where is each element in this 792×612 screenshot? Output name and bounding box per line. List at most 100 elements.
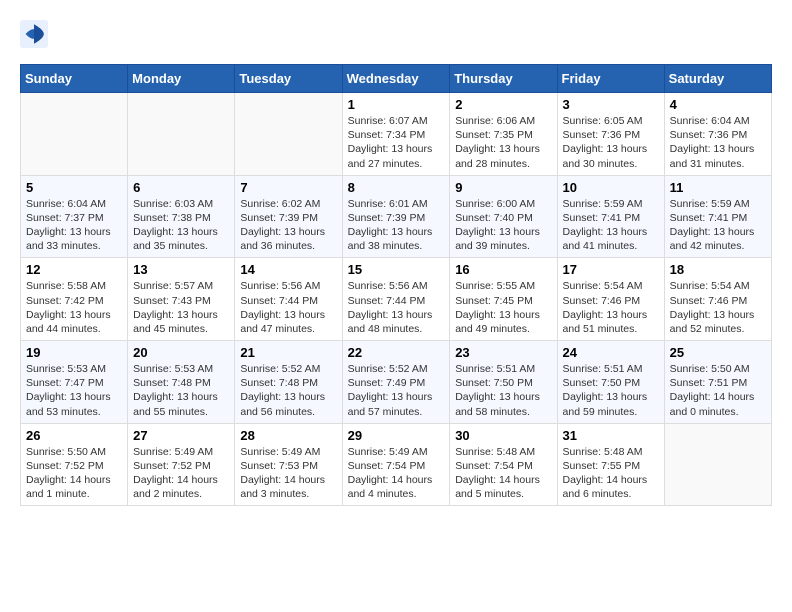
calendar-cell: 4Sunrise: 6:04 AM Sunset: 7:36 PM Daylig… [664, 93, 771, 176]
day-info: Sunrise: 5:59 AM Sunset: 7:41 PM Dayligh… [670, 197, 766, 254]
day-number: 3 [563, 97, 659, 112]
calendar-cell: 27 Sunrise: 5:49 AM Sunset: 7:52 PM Dayli… [128, 423, 235, 506]
day-number: 26 [26, 428, 122, 443]
calendar-week-2: 5Sunrise: 6:04 AM Sunset: 7:37 PM Daylig… [21, 175, 772, 258]
day-info: Sunrise: 6:07 AM Sunset: 7:34 PM Dayligh… [348, 114, 445, 171]
day-info: Sunrise: 5:50 AM Sunset: 7:51 PM Dayligh… [670, 362, 766, 419]
day-number: 10 [563, 180, 659, 195]
day-info: Sunrise: 5:54 AM Sunset: 7:46 PM Dayligh… [670, 279, 766, 336]
day-number: 9 [455, 180, 551, 195]
calendar-cell: 15 Sunrise: 5:56 AM Sunset: 7:44 PM Dayli… [342, 258, 450, 341]
calendar-cell: 3 Sunrise: 6:05 AM Sunset: 7:36 PM Daylig… [557, 93, 664, 176]
day-info: Sunrise: 5:53 AM Sunset: 7:48 PM Dayligh… [133, 362, 229, 419]
header-row: SundayMondayTuesdayWednesdayThursdayFrid… [21, 65, 772, 93]
calendar-cell: 7 Sunrise: 6:02 AM Sunset: 7:39 PM Daylig… [235, 175, 342, 258]
calendar-cell: 26 Sunrise: 5:50 AM Sunset: 7:52 PM Dayli… [21, 423, 128, 506]
calendar-cell: 1 Sunrise: 6:07 AM Sunset: 7:34 PM Daylig… [342, 93, 450, 176]
logo-icon [20, 20, 48, 48]
calendar-week-3: 12Sunrise: 5:58 AM Sunset: 7:42 PM Dayli… [21, 258, 772, 341]
day-info: Sunrise: 5:48 AM Sunset: 7:54 PM Dayligh… [455, 445, 551, 502]
calendar-cell: 2 Sunrise: 6:06 AM Sunset: 7:35 PM Daylig… [450, 93, 557, 176]
day-number: 6 [133, 180, 229, 195]
day-info: Sunrise: 6:06 AM Sunset: 7:35 PM Dayligh… [455, 114, 551, 171]
day-info: Sunrise: 5:57 AM Sunset: 7:43 PM Dayligh… [133, 279, 229, 336]
calendar-cell [21, 93, 128, 176]
calendar-cell: 29Sunrise: 5:49 AM Sunset: 7:54 PM Dayli… [342, 423, 450, 506]
day-info: Sunrise: 5:56 AM Sunset: 7:44 PM Dayligh… [348, 279, 445, 336]
day-number: 27 [133, 428, 229, 443]
calendar-cell: 21 Sunrise: 5:52 AM Sunset: 7:48 PM Dayli… [235, 341, 342, 424]
day-info: Sunrise: 6:05 AM Sunset: 7:36 PM Dayligh… [563, 114, 659, 171]
day-number: 11 [670, 180, 766, 195]
day-info: Sunrise: 5:53 AM Sunset: 7:47 PM Dayligh… [26, 362, 122, 419]
day-number: 16 [455, 262, 551, 277]
day-info: Sunrise: 5:52 AM Sunset: 7:49 PM Dayligh… [348, 362, 445, 419]
calendar-cell: 18 Sunrise: 5:54 AM Sunset: 7:46 PM Dayli… [664, 258, 771, 341]
column-header-thursday: Thursday [450, 65, 557, 93]
day-info: Sunrise: 5:52 AM Sunset: 7:48 PM Dayligh… [240, 362, 336, 419]
column-header-friday: Friday [557, 65, 664, 93]
day-info: Sunrise: 5:49 AM Sunset: 7:52 PM Dayligh… [133, 445, 229, 502]
calendar-cell: 10 Sunrise: 5:59 AM Sunset: 7:41 PM Dayli… [557, 175, 664, 258]
calendar-cell: 11 Sunrise: 5:59 AM Sunset: 7:41 PM Dayli… [664, 175, 771, 258]
calendar-table: SundayMondayTuesdayWednesdayThursdayFrid… [20, 64, 772, 506]
day-number: 12 [26, 262, 122, 277]
calendar-cell: 13 Sunrise: 5:57 AM Sunset: 7:43 PM Dayli… [128, 258, 235, 341]
day-info: Sunrise: 5:55 AM Sunset: 7:45 PM Dayligh… [455, 279, 551, 336]
day-number: 25 [670, 345, 766, 360]
day-number: 28 [240, 428, 336, 443]
day-info: Sunrise: 5:50 AM Sunset: 7:52 PM Dayligh… [26, 445, 122, 502]
calendar-cell: 19 Sunrise: 5:53 AM Sunset: 7:47 PM Dayli… [21, 341, 128, 424]
day-number: 13 [133, 262, 229, 277]
calendar-cell: 5Sunrise: 6:04 AM Sunset: 7:37 PM Daylig… [21, 175, 128, 258]
day-number: 21 [240, 345, 336, 360]
day-number: 20 [133, 345, 229, 360]
calendar-header: SundayMondayTuesdayWednesdayThursdayFrid… [21, 65, 772, 93]
column-header-monday: Monday [128, 65, 235, 93]
day-info: Sunrise: 5:56 AM Sunset: 7:44 PM Dayligh… [240, 279, 336, 336]
calendar-cell [128, 93, 235, 176]
calendar-cell: 25 Sunrise: 5:50 AM Sunset: 7:51 PM Dayli… [664, 341, 771, 424]
calendar-cell: 12Sunrise: 5:58 AM Sunset: 7:42 PM Dayli… [21, 258, 128, 341]
day-info: Sunrise: 5:51 AM Sunset: 7:50 PM Dayligh… [455, 362, 551, 419]
day-info: Sunrise: 6:04 AM Sunset: 7:37 PM Dayligh… [26, 197, 122, 254]
calendar-cell: 22 Sunrise: 5:52 AM Sunset: 7:49 PM Dayli… [342, 341, 450, 424]
column-header-saturday: Saturday [664, 65, 771, 93]
calendar-cell [235, 93, 342, 176]
calendar-cell: 16 Sunrise: 5:55 AM Sunset: 7:45 PM Dayli… [450, 258, 557, 341]
day-number: 18 [670, 262, 766, 277]
logo [20, 20, 54, 48]
day-info: Sunrise: 6:02 AM Sunset: 7:39 PM Dayligh… [240, 197, 336, 254]
day-number: 15 [348, 262, 445, 277]
day-info: Sunrise: 6:01 AM Sunset: 7:39 PM Dayligh… [348, 197, 445, 254]
column-header-tuesday: Tuesday [235, 65, 342, 93]
day-number: 7 [240, 180, 336, 195]
day-info: Sunrise: 6:03 AM Sunset: 7:38 PM Dayligh… [133, 197, 229, 254]
day-number: 17 [563, 262, 659, 277]
day-number: 24 [563, 345, 659, 360]
day-number: 19 [26, 345, 122, 360]
day-number: 23 [455, 345, 551, 360]
day-info: Sunrise: 5:49 AM Sunset: 7:53 PM Dayligh… [240, 445, 336, 502]
day-info: Sunrise: 5:59 AM Sunset: 7:41 PM Dayligh… [563, 197, 659, 254]
day-number: 30 [455, 428, 551, 443]
day-info: Sunrise: 5:54 AM Sunset: 7:46 PM Dayligh… [563, 279, 659, 336]
calendar-cell: 20 Sunrise: 5:53 AM Sunset: 7:48 PM Dayli… [128, 341, 235, 424]
calendar-cell: 8Sunrise: 6:01 AM Sunset: 7:39 PM Daylig… [342, 175, 450, 258]
calendar-week-1: 1 Sunrise: 6:07 AM Sunset: 7:34 PM Daylig… [21, 93, 772, 176]
day-number: 1 [348, 97, 445, 112]
calendar-cell: 28 Sunrise: 5:49 AM Sunset: 7:53 PM Dayli… [235, 423, 342, 506]
calendar-cell: 6 Sunrise: 6:03 AM Sunset: 7:38 PM Daylig… [128, 175, 235, 258]
calendar-body: 1 Sunrise: 6:07 AM Sunset: 7:34 PM Daylig… [21, 93, 772, 506]
day-info: Sunrise: 5:48 AM Sunset: 7:55 PM Dayligh… [563, 445, 659, 502]
day-info: Sunrise: 6:00 AM Sunset: 7:40 PM Dayligh… [455, 197, 551, 254]
calendar-cell: 23 Sunrise: 5:51 AM Sunset: 7:50 PM Dayli… [450, 341, 557, 424]
day-number: 22 [348, 345, 445, 360]
day-number: 31 [563, 428, 659, 443]
day-info: Sunrise: 5:49 AM Sunset: 7:54 PM Dayligh… [348, 445, 445, 502]
column-header-wednesday: Wednesday [342, 65, 450, 93]
calendar-cell: 30 Sunrise: 5:48 AM Sunset: 7:54 PM Dayli… [450, 423, 557, 506]
day-number: 2 [455, 97, 551, 112]
day-number: 14 [240, 262, 336, 277]
calendar-cell [664, 423, 771, 506]
